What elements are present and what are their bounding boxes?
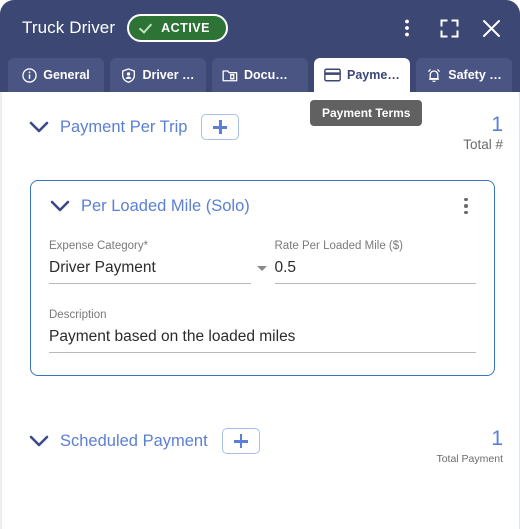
section-scheduled-payment-title: Scheduled Payment	[60, 431, 208, 450]
section-payment-per-trip: Payment Per Trip 1 Total #	[2, 114, 519, 154]
tooltip-payment-terms: Payment Terms	[310, 100, 423, 126]
description-field: Description	[49, 308, 476, 353]
section-payment-per-trip-title: Payment Per Trip	[60, 117, 188, 136]
expense-category-label: Expense Category*	[49, 240, 149, 252]
expense-category-control[interactable]	[49, 257, 267, 284]
card-fields-row: Expense Category* Rate Per Loaded Mile (…	[49, 239, 476, 284]
payment-per-trip-count-label: Total #	[463, 137, 503, 152]
tab-bar: General Driver … Docume…	[0, 56, 520, 92]
page-title: Truck Driver	[22, 18, 116, 37]
user-shield-icon	[122, 67, 136, 83]
section-payment-per-trip-left: Payment Per Trip	[28, 114, 240, 140]
folder-document-icon	[222, 69, 238, 81]
section-scheduled-payment: Scheduled Payment 1 Total Payment	[2, 428, 519, 468]
plus-icon	[233, 434, 248, 448]
tab-driver[interactable]: Driver …	[110, 58, 206, 92]
tab-documents-label: Docume…	[244, 68, 298, 82]
tab-documents[interactable]: Docume…	[212, 58, 308, 92]
credit-card-icon	[324, 68, 341, 82]
modal-body: Payment Per Trip 1 Total # Per Loaded Mi…	[0, 92, 520, 529]
info-circle-icon	[22, 67, 37, 83]
tab-general[interactable]: General	[8, 58, 104, 92]
description-control[interactable]	[49, 326, 476, 353]
close-icon[interactable]	[478, 15, 504, 41]
chevron-down-icon[interactable]	[28, 116, 50, 138]
section-scheduled-payment-left: Scheduled Payment	[28, 428, 260, 454]
chevron-down-icon[interactable]	[28, 430, 50, 452]
fullscreen-icon[interactable]	[436, 15, 462, 41]
header-top-bar: Truck Driver ACTIVE	[0, 0, 520, 56]
rate-per-loaded-mile-input[interactable]	[274, 257, 476, 278]
scheduled-payment-count-label: Total Payment	[436, 453, 503, 465]
plus-icon	[213, 120, 228, 134]
per-loaded-mile-card-title: Per Loaded Mile (Solo)	[81, 196, 250, 215]
per-loaded-mile-card-header: Per Loaded Mile (Solo)	[49, 195, 476, 217]
rate-per-loaded-mile-control[interactable]	[274, 257, 476, 284]
status-badge: ACTIVE	[127, 14, 228, 42]
description-input[interactable]	[49, 326, 476, 347]
expense-category-field: Expense Category*	[49, 239, 267, 284]
status-badge-label: ACTIVE	[161, 21, 210, 35]
tab-general-label: General	[43, 68, 90, 82]
tab-payment-terms[interactable]: Payment…	[314, 58, 410, 92]
add-scheduled-payment-button[interactable]	[221, 428, 260, 454]
chevron-down-icon[interactable]	[257, 266, 267, 271]
scheduled-payment-count-number: 1	[491, 427, 503, 450]
more-options-icon[interactable]	[394, 15, 420, 41]
expense-category-input[interactable]	[49, 257, 249, 278]
add-payment-per-trip-button[interactable]	[201, 114, 240, 140]
header-actions	[394, 15, 504, 41]
chevron-down-icon[interactable]	[49, 195, 71, 217]
payment-per-trip-count: 1 Total #	[463, 114, 503, 154]
tab-payment-terms-label: Payment…	[347, 68, 400, 82]
tab-driver-label: Driver …	[142, 68, 195, 82]
scheduled-payment-count: 1 Total Payment	[436, 428, 503, 468]
tab-safety[interactable]: Safety …	[416, 58, 512, 92]
description-label: Description	[49, 309, 107, 321]
rate-per-loaded-mile-field: Rate Per Loaded Mile ($)	[274, 239, 476, 284]
tab-safety-label: Safety …	[448, 68, 502, 82]
kebab-menu-icon[interactable]	[456, 195, 476, 217]
check-icon	[141, 22, 154, 35]
rate-per-loaded-mile-label: Rate Per Loaded Mile ($)	[274, 240, 403, 252]
modal-header: Truck Driver ACTIVE General Driver … Doc…	[0, 0, 520, 92]
bell-alert-icon	[428, 68, 441, 82]
per-loaded-mile-card: Per Loaded Mile (Solo) Expense Category*…	[30, 180, 495, 376]
payment-per-trip-count-number: 1	[491, 113, 503, 136]
truck-driver-modal: Truck Driver ACTIVE General Driver … Doc…	[0, 0, 520, 529]
